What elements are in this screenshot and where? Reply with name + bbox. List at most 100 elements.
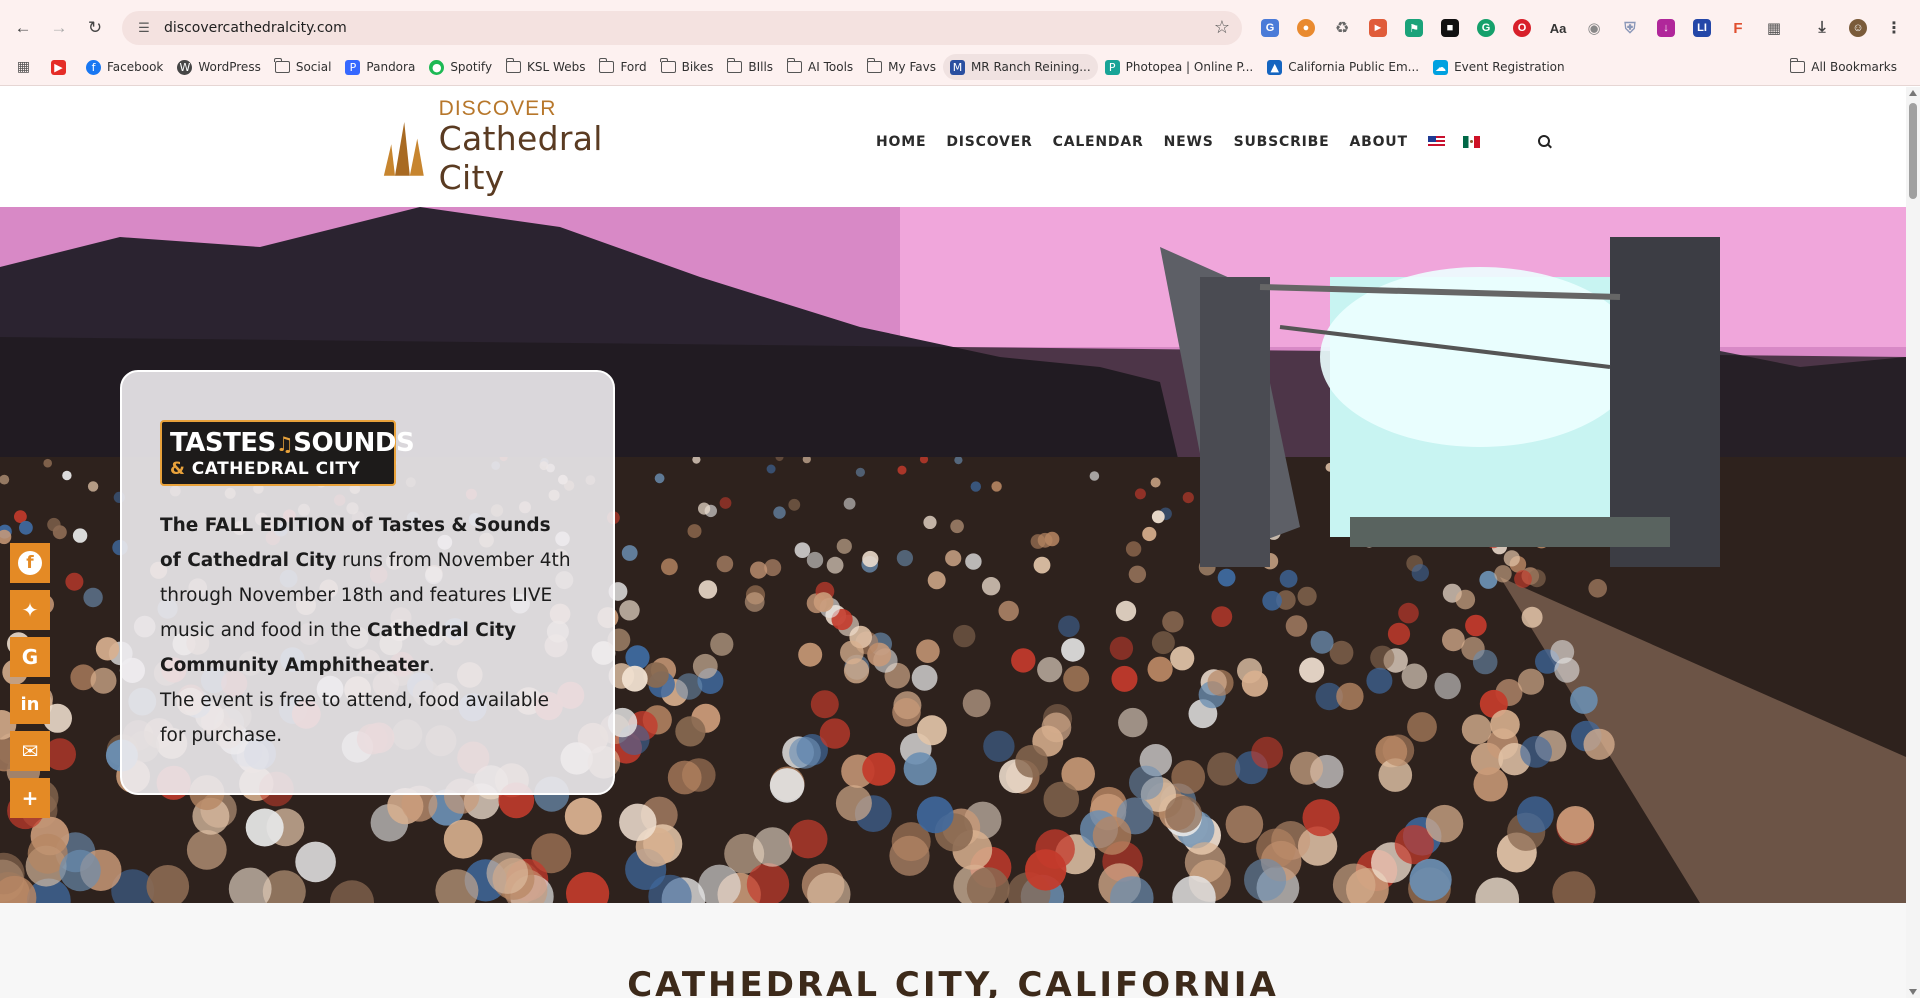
page-scrollbar[interactable] bbox=[1906, 87, 1920, 998]
nav-home[interactable]: HOME bbox=[876, 134, 926, 150]
nav-about[interactable]: ABOUT bbox=[1350, 134, 1408, 150]
folder-icon bbox=[660, 58, 676, 73]
extension-translate[interactable]: G bbox=[1252, 11, 1288, 45]
bookmark-label: Pandora bbox=[366, 60, 416, 74]
share-google-button[interactable]: G bbox=[10, 637, 50, 677]
back-button[interactable]: ← bbox=[8, 13, 38, 43]
event-free-text: The event is free to attend, food availa… bbox=[160, 690, 550, 746]
translate-icon: G bbox=[1261, 19, 1279, 37]
puzzle-icon: ▦ bbox=[1766, 20, 1782, 37]
site-info-icon[interactable]: ☰ bbox=[134, 18, 154, 38]
reload-button[interactable]: ↻ bbox=[80, 13, 110, 43]
extensions-menu[interactable]: ▦ bbox=[1756, 11, 1792, 45]
address-bar[interactable]: ☰ discovercathedralcity.com ☆ bbox=[122, 11, 1242, 45]
bookmark-label: MR Ranch Reining... bbox=[970, 60, 1091, 74]
nav-news[interactable]: NEWS bbox=[1164, 134, 1214, 150]
extension-flag[interactable]: ⚑ bbox=[1396, 11, 1432, 45]
spotify-icon: ● bbox=[429, 59, 445, 75]
bookmark-pandora[interactable]: P Pandora bbox=[338, 54, 422, 80]
bookmark-event-registration[interactable]: ☁ Event Registration bbox=[1426, 54, 1572, 80]
extension-shield[interactable]: ⛨ bbox=[1612, 11, 1648, 45]
all-bookmarks[interactable]: All Bookmarks bbox=[1783, 54, 1904, 80]
extension-dictionary[interactable]: Aa bbox=[1540, 11, 1576, 45]
extension-camera[interactable]: ◉ bbox=[1576, 11, 1612, 45]
youtube-icon: ▶ bbox=[51, 59, 66, 75]
megaphone-icon: ► bbox=[1369, 19, 1387, 37]
calpers-icon: ▲ bbox=[1267, 59, 1283, 75]
nav-calendar[interactable]: CALENDAR bbox=[1053, 134, 1144, 150]
bookmark-social[interactable]: Social bbox=[268, 54, 339, 80]
share-facebook-button[interactable]: f bbox=[10, 543, 50, 583]
intro-section: CATHEDRAL CITY, CALIFORNIA bbox=[0, 903, 1906, 998]
camera-icon: ◉ bbox=[1587, 20, 1601, 37]
event-logo-line2: & CATHEDRAL CITY bbox=[170, 458, 361, 479]
extension-grammarly[interactable]: G bbox=[1468, 11, 1504, 45]
square-icon: ■ bbox=[1441, 19, 1459, 37]
bookmark-bikes[interactable]: Bikes bbox=[654, 54, 721, 80]
folder-icon bbox=[505, 58, 522, 73]
web-page: DISCOVER Cathedral City HOME DISCOVER CA… bbox=[0, 87, 1906, 998]
nav-discover[interactable]: DISCOVER bbox=[946, 134, 1032, 150]
bookmark-spotify[interactable]: ● Spotify bbox=[422, 54, 499, 80]
downloads-button[interactable]: ⤓ bbox=[1804, 11, 1840, 45]
extension-orange[interactable]: ● bbox=[1288, 11, 1324, 45]
site-logo[interactable]: DISCOVER Cathedral City bbox=[382, 97, 662, 197]
profile-button[interactable]: ☺ bbox=[1840, 11, 1876, 45]
search-icon[interactable] bbox=[1537, 135, 1552, 149]
grammarly-icon: G bbox=[1477, 19, 1495, 37]
extension-opera[interactable]: O bbox=[1504, 11, 1540, 45]
browser-menu-button[interactable]: ⋮ bbox=[1876, 11, 1912, 45]
extension-download-purple[interactable]: ↓ bbox=[1648, 11, 1684, 45]
scroll-up-arrow-icon[interactable] bbox=[1909, 90, 1917, 96]
extension-figma[interactable]: F bbox=[1720, 11, 1756, 45]
extension-megaphone[interactable]: ► bbox=[1360, 11, 1396, 45]
avatar: ☺ bbox=[1849, 19, 1867, 37]
bookmark-wordpress[interactable]: W WordPress bbox=[170, 54, 267, 80]
share-twitter-button[interactable]: ✦ bbox=[10, 590, 50, 630]
bookmark-youtube[interactable]: ▶ bbox=[44, 54, 79, 80]
bookmark-ksl-webs[interactable]: KSL Webs bbox=[499, 54, 592, 80]
bookmark-label: Photopea | Online P... bbox=[1125, 60, 1254, 74]
bookmark-label: Facebook bbox=[107, 60, 164, 74]
share-email-button[interactable]: ✉ bbox=[10, 731, 50, 771]
bookmark-label: Bikes bbox=[681, 60, 714, 74]
scroll-down-arrow-icon[interactable] bbox=[1909, 989, 1917, 995]
bookmark-california-public-em[interactable]: ▲ California Public Em... bbox=[1260, 54, 1426, 80]
bookmark-bills[interactable]: BIlls bbox=[720, 54, 780, 80]
wordpress-icon: W bbox=[177, 59, 193, 75]
bookmark-facebook[interactable]: f Facebook bbox=[79, 54, 170, 80]
bookmark-label: WordPress bbox=[198, 60, 261, 74]
bookmark-mr-ranch-reining[interactable]: M MR Ranch Reining... bbox=[942, 54, 1098, 80]
extension-recycle[interactable]: ♻ bbox=[1324, 11, 1360, 45]
arrow-right-icon: → bbox=[50, 18, 68, 37]
scrollbar-thumb[interactable] bbox=[1909, 103, 1917, 199]
us-flag-icon[interactable] bbox=[1427, 136, 1445, 148]
download-icon: ⤓ bbox=[1818, 19, 1826, 36]
share-linkedin-button[interactable]: in bbox=[10, 684, 50, 724]
bookmark-label: AI Tools bbox=[808, 60, 854, 74]
apps-button[interactable]: ▦ bbox=[0, 54, 44, 80]
bookmark-ford[interactable]: Ford bbox=[592, 54, 653, 80]
share-more-button[interactable]: + bbox=[10, 778, 50, 818]
extension-li[interactable]: LI bbox=[1684, 11, 1720, 45]
flag-icon: ⚑ bbox=[1405, 19, 1423, 37]
kebab-menu-icon: ⋮ bbox=[1886, 20, 1902, 37]
bookmark-ai-tools[interactable]: AI Tools bbox=[780, 54, 860, 80]
event-logo-line1: TASTES♫SOUNDS bbox=[170, 427, 415, 458]
nav-subscribe[interactable]: SUBSCRIBE bbox=[1234, 134, 1330, 150]
extension-square[interactable]: ■ bbox=[1432, 11, 1468, 45]
recycle-icon: ♻ bbox=[1334, 20, 1350, 37]
logo-discover-text: DISCOVER bbox=[438, 97, 557, 120]
tastes-sounds-logo[interactable]: TASTES♫SOUNDS & CATHEDRAL CITY bbox=[160, 420, 415, 486]
figma-icon: F bbox=[1733, 19, 1743, 37]
browser-chrome: ← → ↻ ☰ discovercathedralcity.com ☆ G ● … bbox=[0, 0, 1920, 86]
bookmark-label: KSL Webs bbox=[527, 60, 586, 74]
linkedin-icon: in bbox=[20, 693, 40, 715]
bookmark-star-icon[interactable]: ☆ bbox=[1214, 17, 1230, 38]
forward-button[interactable]: → bbox=[44, 13, 74, 43]
bookmark-photopea-online-p[interactable]: P Photopea | Online P... bbox=[1098, 54, 1261, 80]
photopea-icon: P bbox=[1104, 59, 1120, 75]
bookmark-my-favs[interactable]: My Favs bbox=[860, 54, 943, 80]
event-description: The FALL EDITION of Tastes & Sounds of C… bbox=[160, 515, 571, 746]
mexico-flag-icon[interactable] bbox=[1462, 136, 1480, 148]
